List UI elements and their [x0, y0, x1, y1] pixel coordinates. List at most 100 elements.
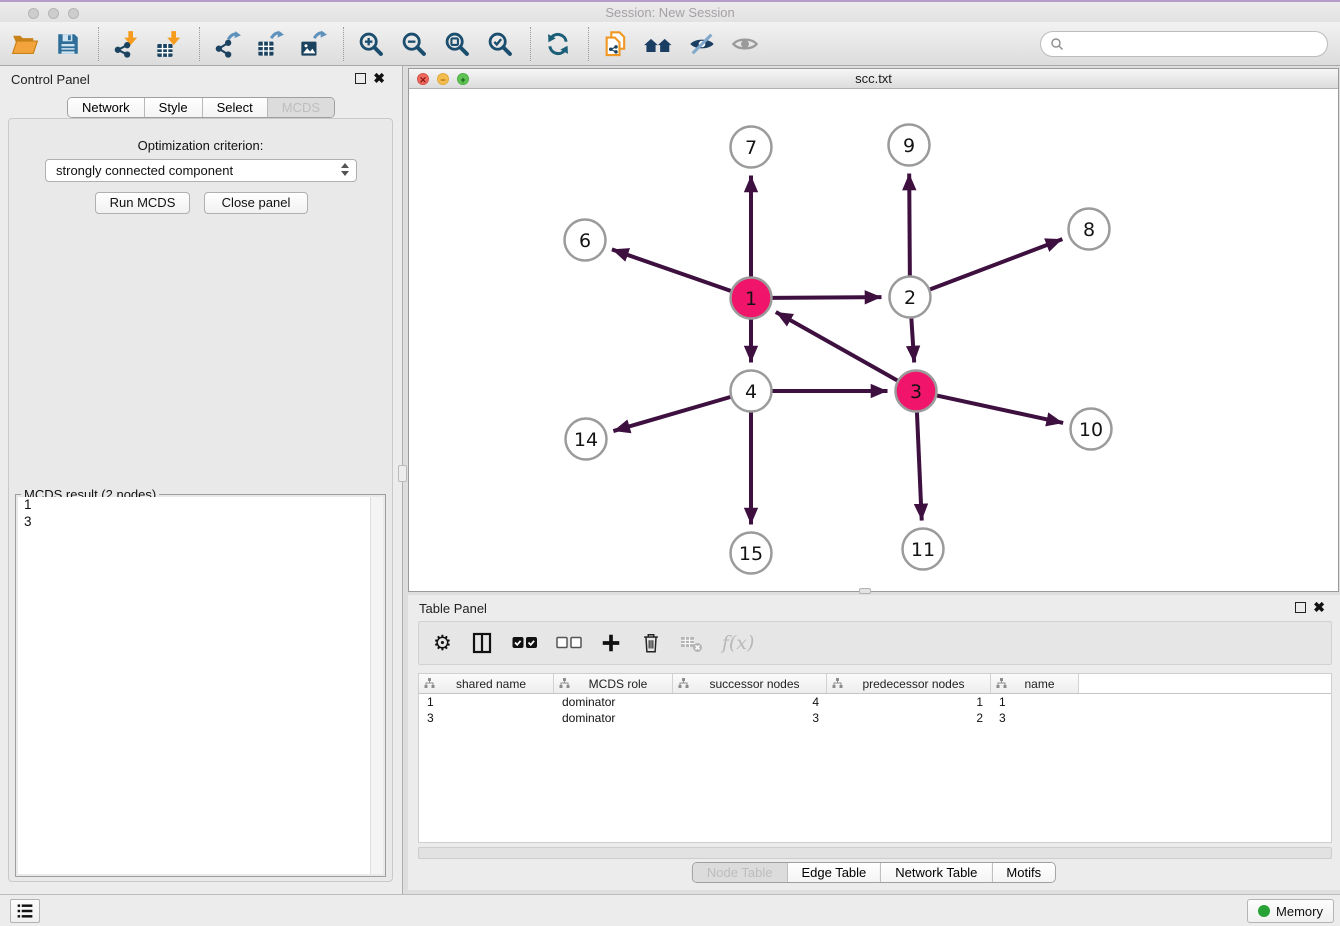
network-splitter-handle[interactable] — [859, 588, 871, 594]
result-item: 3 — [18, 514, 383, 531]
table-row[interactable]: 1dominator411 — [419, 694, 1331, 710]
tab-motifs[interactable]: Motifs — [991, 863, 1055, 882]
delete-column-button[interactable] — [640, 628, 662, 658]
export-table-icon[interactable] — [253, 28, 287, 60]
hide-selected-icon[interactable] — [685, 28, 719, 60]
column-header-predecessor-nodes[interactable]: predecessor nodes — [827, 674, 991, 693]
result-scrollbar[interactable] — [370, 497, 383, 874]
status-bar: Memory — [0, 894, 1340, 926]
table-settings-button[interactable]: ⚙ — [433, 628, 452, 658]
home-view-icon[interactable] — [642, 28, 676, 60]
run-mcds-button[interactable]: Run MCDS — [95, 192, 190, 214]
close-panel-button[interactable]: Close panel — [204, 192, 308, 214]
network-window-titlebar: ✕ − + scc.txt — [409, 69, 1338, 89]
zoom-fit-icon[interactable] — [440, 28, 474, 60]
graph-node-10[interactable]: 10 — [1071, 409, 1112, 450]
search-input[interactable] — [1040, 31, 1328, 57]
export-network-icon[interactable] — [210, 28, 244, 60]
optimization-criterion-select[interactable]: strongly connected component — [45, 159, 357, 182]
select-all-columns-button[interactable] — [512, 628, 538, 658]
refresh-view-icon[interactable] — [541, 28, 575, 60]
svg-text:8: 8 — [1083, 219, 1095, 241]
columns-icon — [470, 631, 494, 655]
tab-select[interactable]: Select — [202, 98, 267, 117]
fx-icon: f(x) — [722, 632, 755, 654]
search-icon — [1050, 37, 1064, 51]
mcds-result-list[interactable]: 13 — [18, 497, 383, 874]
import-table-icon[interactable] — [152, 28, 186, 60]
network-canvas[interactable]: 7 9 6 8 1 2 4 3 14 10 15 11 — [409, 89, 1338, 591]
graph-node-15[interactable]: 15 — [731, 533, 772, 574]
graph-node-2[interactable]: 2 — [890, 277, 931, 318]
graph-node-7[interactable]: 7 — [731, 127, 772, 168]
search-field[interactable] — [1069, 37, 1327, 52]
graph-edge-2-8[interactable] — [930, 239, 1062, 289]
cell-MCDS-role: dominator — [554, 711, 673, 725]
column-header-successor-nodes[interactable]: successor nodes — [673, 674, 827, 693]
export-image-icon[interactable] — [296, 28, 330, 60]
graph-node-14[interactable]: 14 — [566, 419, 607, 460]
tab-network-table[interactable]: Network Table — [880, 863, 991, 882]
svg-text:14: 14 — [574, 429, 598, 451]
tab-style[interactable]: Style — [144, 98, 202, 117]
graph-node-3[interactable]: 3 — [896, 371, 937, 412]
graph-edge-3-10[interactable] — [937, 396, 1063, 423]
graph-edge-1-2[interactable] — [772, 297, 881, 298]
graph-edge-2-9[interactable] — [909, 173, 910, 275]
memory-button[interactable]: Memory — [1247, 899, 1334, 923]
network-view-window: ✕ − + scc.txt 7 9 6 8 1 2 4 3 14 10 15 11 — [408, 68, 1339, 592]
duplicate-network-icon[interactable] — [599, 28, 633, 60]
graph-edge-1-6[interactable] — [612, 249, 731, 291]
create-column-button[interactable] — [600, 628, 622, 658]
zoom-in-icon[interactable] — [354, 28, 388, 60]
delete-table-icon — [680, 632, 704, 654]
control-panel-title: Control Panel — [11, 72, 90, 87]
graph-edge-4-14[interactable] — [613, 397, 730, 431]
graph-node-9[interactable]: 9 — [889, 125, 930, 166]
tab-network[interactable]: Network — [68, 98, 144, 117]
cell-shared-name: 3 — [419, 711, 554, 725]
show-all-icon[interactable] — [728, 28, 762, 60]
svg-text:15: 15 — [739, 543, 763, 565]
function-builder-button[interactable]: f(x) — [722, 628, 755, 658]
tab-edge-table[interactable]: Edge Table — [786, 863, 880, 882]
show-panels-button[interactable] — [10, 899, 40, 923]
float-table-panel-icon[interactable] — [1295, 602, 1306, 613]
zoom-out-icon[interactable] — [397, 28, 431, 60]
column-header-shared-name[interactable]: shared name — [419, 674, 554, 693]
network-graph[interactable]: 7 9 6 8 1 2 4 3 14 10 15 11 — [409, 89, 1338, 591]
delete-table-button[interactable] — [680, 628, 704, 658]
table-row[interactable]: 3dominator323 — [419, 710, 1331, 726]
import-network-icon[interactable] — [109, 28, 143, 60]
tab-mcds[interactable]: MCDS — [267, 98, 334, 117]
column-header-name[interactable]: name — [991, 674, 1079, 693]
save-session-icon[interactable] — [51, 28, 85, 60]
graph-node-4[interactable]: 4 — [731, 371, 772, 412]
mcds-result-group: MCDS result (2 nodes) 13 — [15, 494, 386, 877]
graph-node-1[interactable]: 1 — [731, 278, 772, 319]
svg-text:1: 1 — [745, 288, 757, 310]
table-hscrollbar[interactable] — [418, 847, 1332, 859]
unchecked-boxes-icon — [556, 636, 582, 650]
show-columns-button[interactable] — [470, 628, 494, 658]
graph-node-8[interactable]: 8 — [1069, 209, 1110, 250]
graph-edge-3-1[interactable] — [776, 312, 897, 380]
column-header-MCDS-role[interactable]: MCDS role — [554, 674, 673, 693]
graph-edge-3-11[interactable] — [917, 412, 922, 520]
float-panel-icon[interactable] — [355, 73, 366, 84]
panel-splitter-handle[interactable] — [398, 465, 407, 482]
graph-node-6[interactable]: 6 — [565, 220, 606, 261]
optimization-criterion-label: Optimization criterion: — [9, 138, 392, 153]
deselect-all-columns-button[interactable] — [556, 628, 582, 658]
memory-label: Memory — [1276, 904, 1323, 919]
graph-node-11[interactable]: 11 — [903, 529, 944, 570]
close-table-panel-icon[interactable]: ✖ — [1313, 599, 1325, 615]
open-session-icon[interactable] — [8, 28, 42, 60]
close-panel-icon[interactable]: ✖ — [373, 70, 385, 86]
svg-text:6: 6 — [579, 230, 591, 252]
tab-node-table[interactable]: Node Table — [693, 863, 787, 882]
table-toolbar: ⚙ f(x) — [418, 621, 1332, 665]
graph-edge-2-3[interactable] — [911, 318, 914, 362]
cell-MCDS-role: dominator — [554, 695, 673, 709]
zoom-selected-icon[interactable] — [483, 28, 517, 60]
